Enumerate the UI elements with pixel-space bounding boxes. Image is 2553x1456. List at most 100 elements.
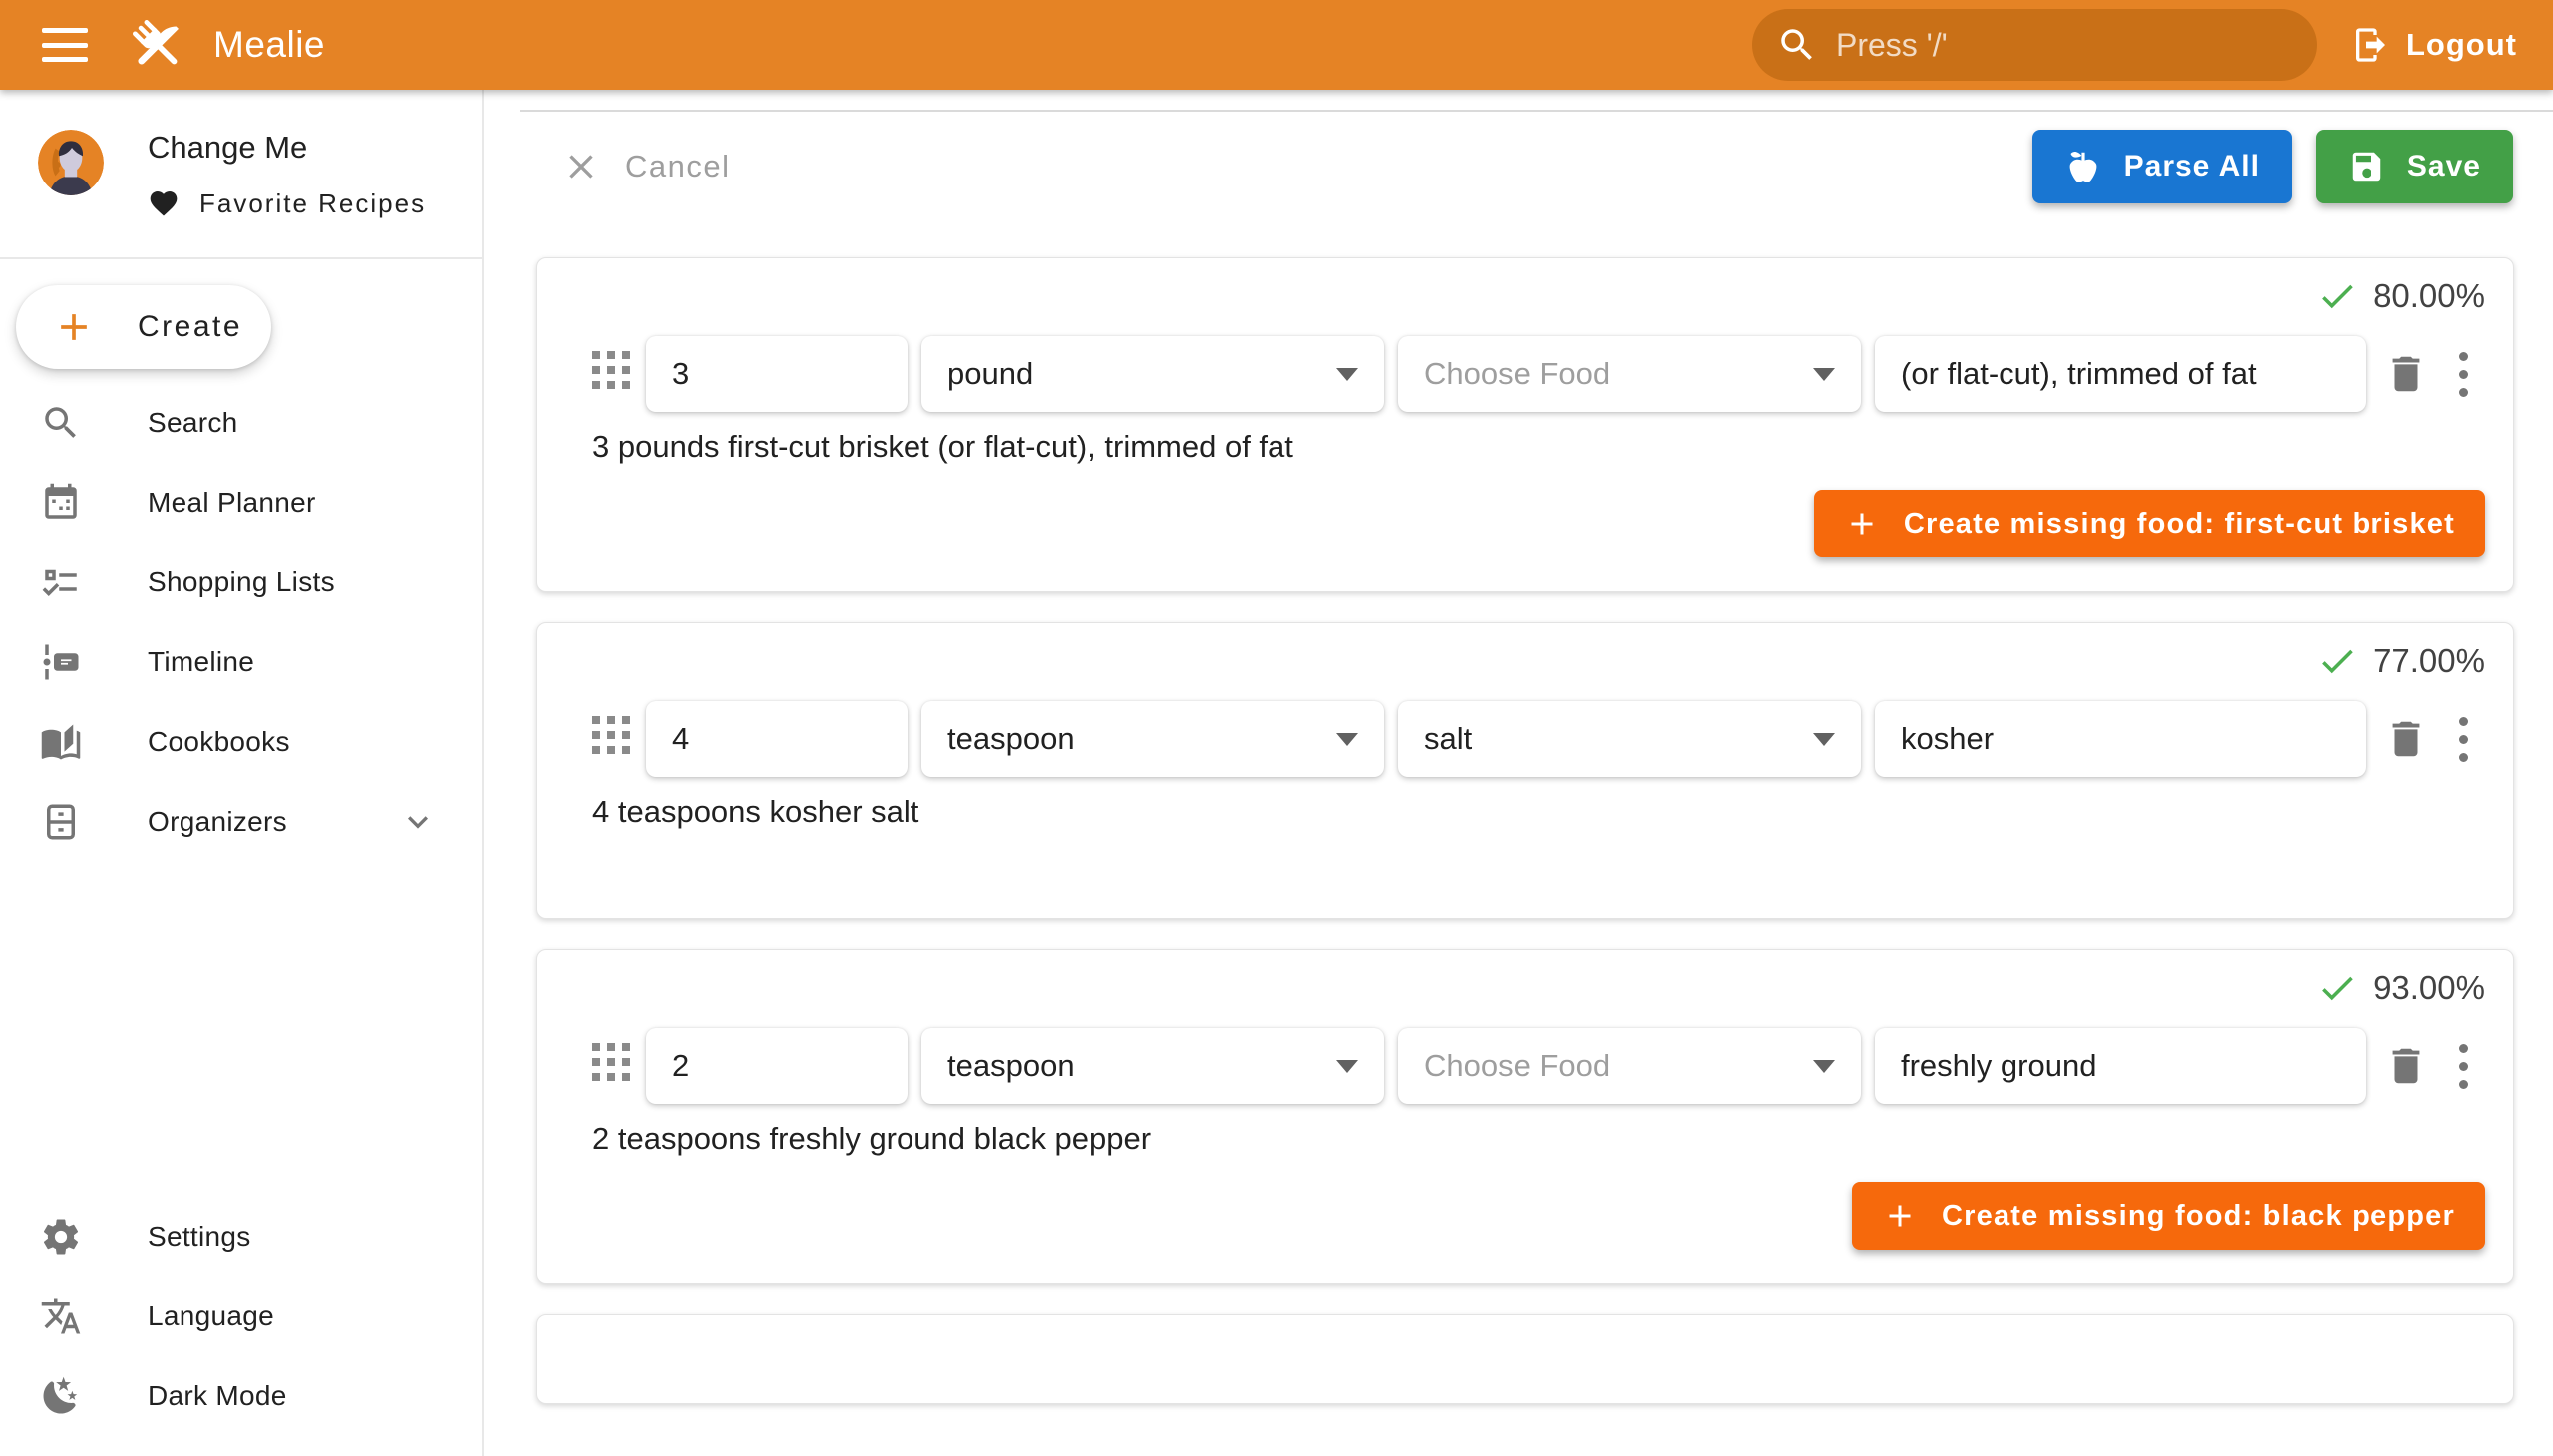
- dropdown-arrow-icon: [1336, 1060, 1358, 1073]
- quantity-input[interactable]: [672, 721, 882, 757]
- ingredient-card: 77.00% teaspoon salt 4 teaspoons kosher …: [536, 622, 2514, 919]
- original-ingredient-text: 3 pounds first-cut brisket (or flat-cut)…: [592, 428, 2485, 466]
- food-select[interactable]: Choose Food: [1398, 1028, 1861, 1104]
- checklist-icon: [40, 561, 82, 603]
- food-select[interactable]: Choose Food: [1398, 336, 1861, 412]
- save-button[interactable]: Save: [2316, 130, 2513, 203]
- drag-handle[interactable]: [592, 1043, 632, 1089]
- unit-select[interactable]: teaspoon: [921, 701, 1384, 777]
- sidebar-item-dark-mode[interactable]: Dark Mode: [0, 1356, 482, 1436]
- kebab-menu-icon[interactable]: [2443, 352, 2483, 397]
- cancel-button[interactable]: Cancel: [561, 147, 731, 186]
- cancel-label: Cancel: [625, 149, 731, 184]
- food-value: salt: [1424, 721, 1472, 757]
- unit-select[interactable]: pound: [921, 336, 1384, 412]
- trash-icon[interactable]: [2383, 351, 2429, 397]
- sidebar-item-label: Meal Planner: [148, 487, 316, 519]
- confidence-value: 80.00%: [2373, 277, 2485, 315]
- sidebar-item-settings[interactable]: Settings: [0, 1197, 482, 1276]
- create-missing-food-label: Create missing food: first-cut brisket: [1904, 508, 2455, 541]
- search-icon: [1776, 24, 1818, 66]
- app-bar: Mealie Logout: [0, 0, 2553, 90]
- note-input[interactable]: [1901, 356, 2340, 392]
- ingredient-cards: 80.00% pound Choose Food 3 pounds first-…: [536, 257, 2514, 1404]
- drag-handle[interactable]: [592, 716, 632, 762]
- parse-all-button[interactable]: Parse All: [2032, 130, 2292, 203]
- kebab-menu-icon[interactable]: [2443, 717, 2483, 762]
- note-field[interactable]: [1875, 701, 2366, 777]
- sidebar-item-label: Settings: [148, 1221, 251, 1253]
- main-content: Cancel Parse All Save 80.00% pound Choos…: [486, 90, 2553, 1456]
- user-name: Change Me: [148, 130, 426, 166]
- favorite-recipes-link[interactable]: Favorite Recipes: [148, 187, 426, 219]
- user-block[interactable]: Change Me Favorite Recipes: [0, 90, 482, 219]
- dropdown-arrow-icon: [1813, 1060, 1835, 1073]
- unit-value: teaspoon: [947, 721, 1075, 757]
- quantity-input[interactable]: [672, 1048, 882, 1084]
- sidebar-item-shopping-lists[interactable]: Shopping Lists: [0, 543, 482, 622]
- quantity-field[interactable]: [646, 336, 908, 412]
- dropdown-arrow-icon: [1813, 733, 1835, 746]
- dropdown-arrow-icon: [1336, 368, 1358, 381]
- create-missing-food-button[interactable]: Create missing food: black pepper: [1852, 1182, 2485, 1250]
- calendar-icon: [40, 482, 82, 524]
- chevron-down-icon: [398, 802, 438, 842]
- check-icon: [2316, 640, 2358, 682]
- heart-icon: [148, 187, 180, 219]
- sidebar-item-label: Organizers: [148, 806, 287, 838]
- quantity-field[interactable]: [646, 701, 908, 777]
- magnify-icon: [40, 402, 82, 444]
- create-button[interactable]: Create: [16, 285, 271, 369]
- save-label: Save: [2407, 150, 2481, 183]
- avatar[interactable]: [38, 130, 104, 195]
- trash-icon[interactable]: [2383, 1043, 2429, 1089]
- parser-toolbar: Cancel Parse All Save: [536, 130, 2513, 203]
- hamburger-menu-icon[interactable]: [42, 28, 88, 62]
- plus-icon: [1844, 506, 1880, 542]
- kebab-menu-icon[interactable]: [2443, 1044, 2483, 1089]
- unit-select[interactable]: teaspoon: [921, 1028, 1384, 1104]
- apple-icon: [2064, 148, 2102, 185]
- timeline-icon: [40, 641, 82, 683]
- logout-button[interactable]: Logout: [2351, 25, 2517, 65]
- note-field[interactable]: [1875, 1028, 2366, 1104]
- cabinet-icon: [40, 801, 82, 843]
- note-input[interactable]: [1901, 1048, 2340, 1084]
- trash-icon[interactable]: [2383, 716, 2429, 762]
- confidence-value: 93.00%: [2373, 969, 2485, 1007]
- logout-icon: [2351, 25, 2390, 65]
- check-icon: [2316, 275, 2358, 317]
- parse-all-label: Parse All: [2124, 150, 2260, 183]
- plus-icon: [52, 305, 96, 349]
- ingredient-card: 93.00% teaspoon Choose Food 2 teaspoons …: [536, 949, 2514, 1284]
- sidebar-item-label: Cookbooks: [148, 726, 290, 758]
- unit-value: teaspoon: [947, 1048, 1075, 1084]
- quantity-field[interactable]: [646, 1028, 908, 1104]
- drag-handle[interactable]: [592, 351, 632, 397]
- sidebar-item-label: Search: [148, 407, 238, 439]
- sidebar-item-label: Shopping Lists: [148, 566, 335, 598]
- global-search[interactable]: [1752, 9, 2317, 81]
- sidebar-item-organizers[interactable]: Organizers: [0, 782, 482, 862]
- create-label: Create: [138, 310, 242, 344]
- food-placeholder: Choose Food: [1424, 356, 1610, 392]
- check-icon: [2316, 967, 2358, 1009]
- search-input[interactable]: [1836, 27, 2293, 64]
- plus-icon: [1882, 1198, 1918, 1234]
- note-field[interactable]: [1875, 336, 2366, 412]
- original-ingredient-text: 4 teaspoons kosher salt: [592, 793, 2485, 831]
- sidebar-item-timeline[interactable]: Timeline: [0, 622, 482, 702]
- sidebar-item-meal-planner[interactable]: Meal Planner: [0, 463, 482, 543]
- sidebar-item-search[interactable]: Search: [0, 383, 482, 463]
- quantity-input[interactable]: [672, 356, 882, 392]
- confidence-value: 77.00%: [2373, 642, 2485, 680]
- food-select[interactable]: salt: [1398, 701, 1861, 777]
- create-missing-food-button[interactable]: Create missing food: first-cut brisket: [1814, 490, 2485, 557]
- sidebar-item-cookbooks[interactable]: Cookbooks: [0, 702, 482, 782]
- translate-icon: [40, 1295, 82, 1337]
- gear-icon: [40, 1216, 82, 1258]
- note-input[interactable]: [1901, 721, 2340, 757]
- sidebar-item-language[interactable]: Language: [0, 1276, 482, 1356]
- save-icon: [2348, 148, 2385, 185]
- sidebar-item-label: Language: [148, 1300, 274, 1332]
